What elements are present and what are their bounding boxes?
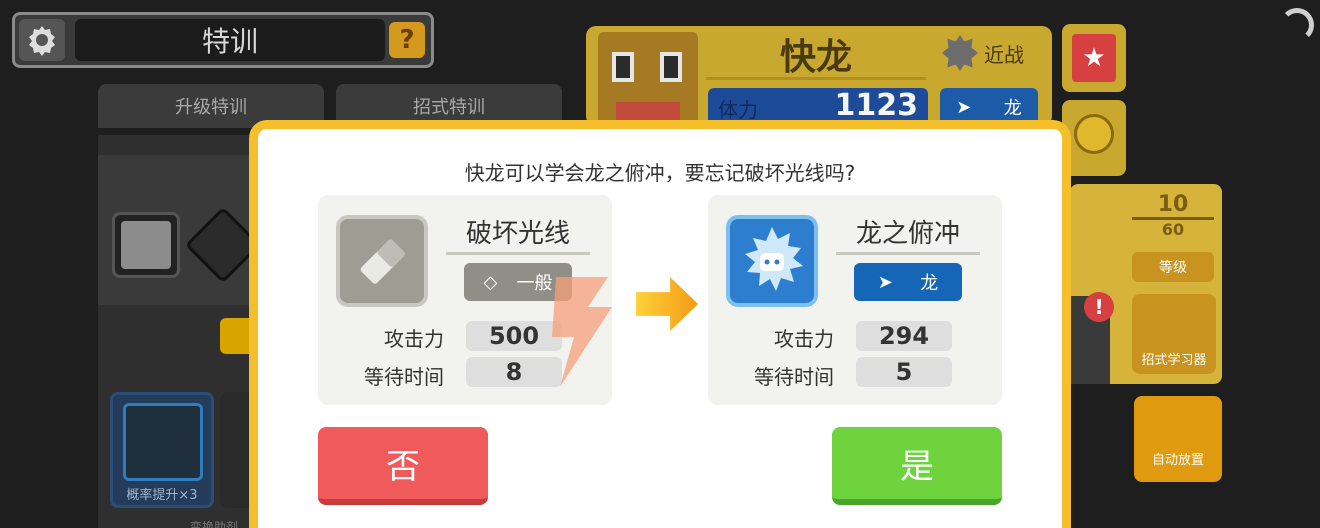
auto-place-button[interactable]: 自动放置 [1134,396,1222,482]
move-learner-label: 招式学习器 [1141,353,1207,368]
monster-name: 快龙 [706,30,926,80]
arrow-right-icon [636,277,698,331]
loading-spinner-icon [1280,8,1314,42]
star-icon: ★ [1072,34,1116,82]
auto-place-label: 自动放置 [1151,453,1204,468]
spiky-glyph-icon [745,227,803,291]
level-max: 60 [1132,217,1214,239]
old-move-name: 破坏光线 [446,213,590,255]
header-bar: 特训 ? [12,12,434,68]
new-move-card: 龙之俯冲 ➤ 龙 攻击力 294 等待时间 5 [708,195,1002,405]
boost-item[interactable]: 概率提升×3 [110,392,214,508]
boost-label: 概率提升×3 [126,488,198,503]
no-button[interactable]: 否 [318,427,488,505]
settings-button[interactable] [19,19,65,61]
wait-value: 5 [856,357,952,387]
forget-move-dialog: 快龙可以学会龙之俯冲，要忘记破坏光线吗? 破坏光线 ◇ 一般 攻击力 500 等… [249,120,1071,528]
dragon-type-icon: ➤ [877,271,893,293]
attack-style: 近战 [942,32,1046,74]
hp-value: 1123 [834,88,919,123]
medal-icon [1074,114,1114,154]
monster-portrait [598,32,698,126]
pokemon-face-icon [123,403,203,481]
eraser-icon [121,221,171,269]
eraser-glyph-icon [360,239,405,284]
dragon-type-icon: ➤ [956,96,972,118]
hp-label: 体力 [718,98,758,122]
wait-label: 等待时间 [754,365,834,389]
yes-button[interactable]: 是 [832,427,1002,505]
attack-value: 294 [856,321,952,351]
level-display: 10 60 [1132,192,1214,244]
watermark-logo [552,277,612,387]
eye [660,52,682,82]
normal-type-icon: ◇ [483,271,498,293]
level-label: 等级 [1132,252,1214,282]
melee-icon [942,35,978,71]
dragon-rush-icon [726,215,818,307]
new-move-type: ➤ 龙 [854,263,962,301]
eye [612,52,634,82]
new-move-name: 龙之俯冲 [836,213,980,255]
type-label: 龙 [1003,98,1022,119]
favorite-button[interactable]: ★ [1062,24,1126,92]
move-learner-button[interactable]: 招式学习器 [1132,294,1216,374]
help-button[interactable]: ? [389,22,425,58]
attack-label: 攻击力 [384,327,444,351]
attack-label: 攻击力 [774,327,834,351]
bottom-hint: 变换助剂 [190,520,239,528]
page-title: 特训 [75,19,385,61]
item-slot[interactable] [112,212,180,278]
dialog-question: 快龙可以学会龙之俯冲，要忘记破坏光线吗? [464,161,856,185]
level-value: 10 [1157,192,1189,217]
badge-button[interactable] [1062,100,1126,176]
wait-label: 等待时间 [364,365,444,389]
attack-style-label: 近战 [984,42,1024,67]
eraser-icon [336,215,428,307]
gear-icon [29,26,55,56]
new-move-type-label: 龙 [920,273,939,294]
alert-badge: ! [1084,292,1114,322]
